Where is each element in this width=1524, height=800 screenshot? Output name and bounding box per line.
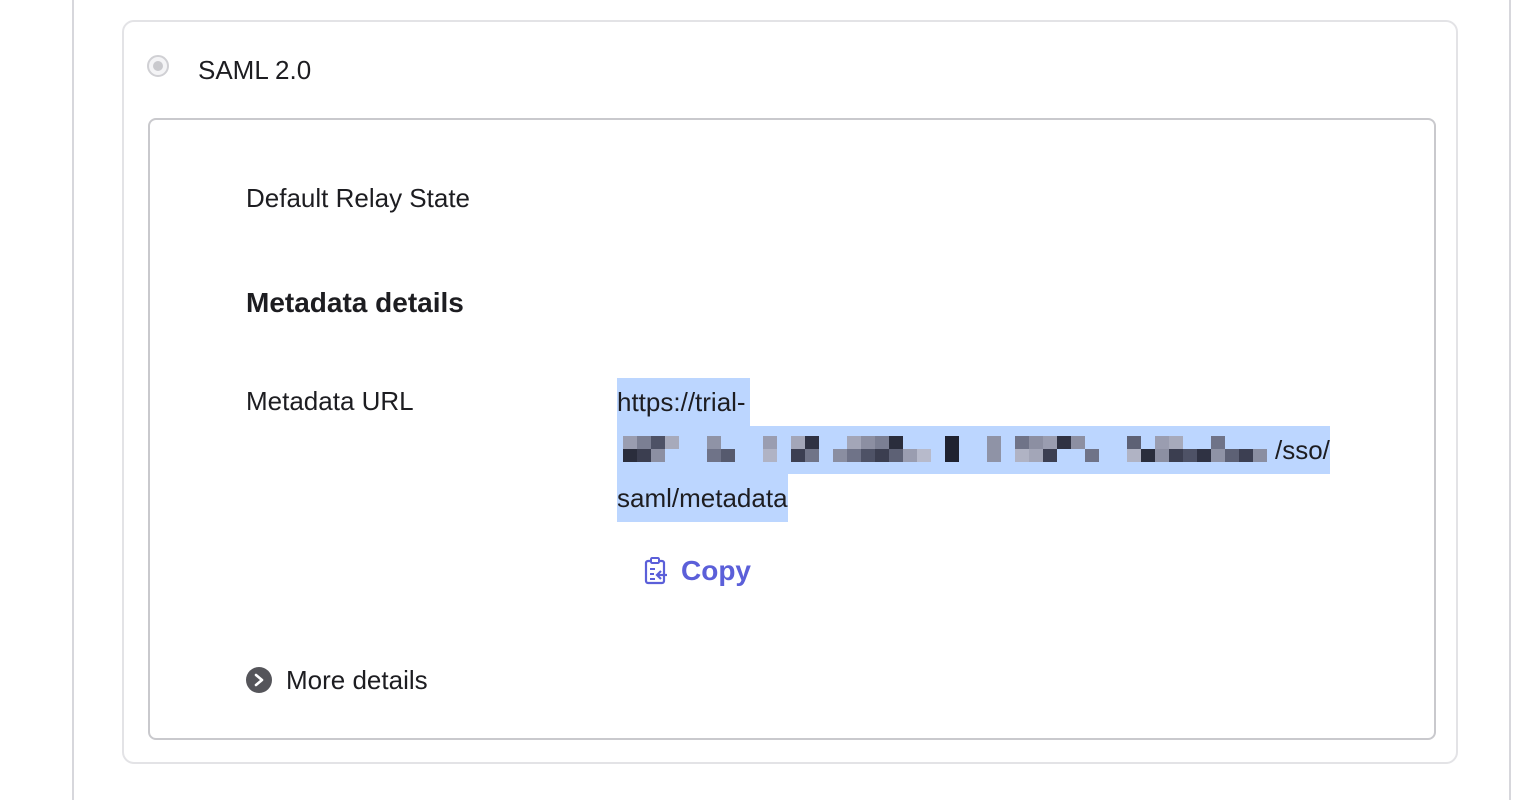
metadata-details-heading: Metadata details: [246, 287, 464, 318]
more-details-label: More details: [286, 665, 428, 695]
more-details-toggle[interactable]: More details: [246, 664, 428, 696]
metadata-url-line-2: /sso/: [617, 426, 1347, 474]
redacted-hostname: [617, 426, 1275, 474]
clipboard-copy-icon: [643, 556, 669, 586]
metadata-url-text-end: saml/metadata: [617, 474, 788, 522]
metadata-url-line-1: https://trial-: [617, 378, 1347, 426]
metadata-url-value[interactable]: https://trial- /sso/ saml/metadata: [617, 378, 1347, 522]
metadata-url-label: Metadata URL: [246, 386, 414, 416]
page: SAML 2.0 Default Relay State Metadata de…: [0, 0, 1524, 800]
frame-divider-left: [72, 0, 74, 800]
metadata-url-text-start: https://trial-: [617, 378, 750, 426]
saml-radio-button[interactable]: [147, 55, 169, 77]
chevron-right-circle-icon: [246, 667, 272, 693]
copy-button[interactable]: Copy: [643, 554, 751, 588]
metadata-url-line-3: saml/metadata: [617, 474, 1347, 522]
copy-button-label: Copy: [681, 555, 751, 586]
saml-option-label: SAML 2.0: [198, 55, 312, 85]
frame-divider-right: [1509, 0, 1511, 800]
metadata-url-path-segment: /sso/: [1275, 426, 1330, 474]
default-relay-state-label: Default Relay State: [246, 183, 471, 213]
